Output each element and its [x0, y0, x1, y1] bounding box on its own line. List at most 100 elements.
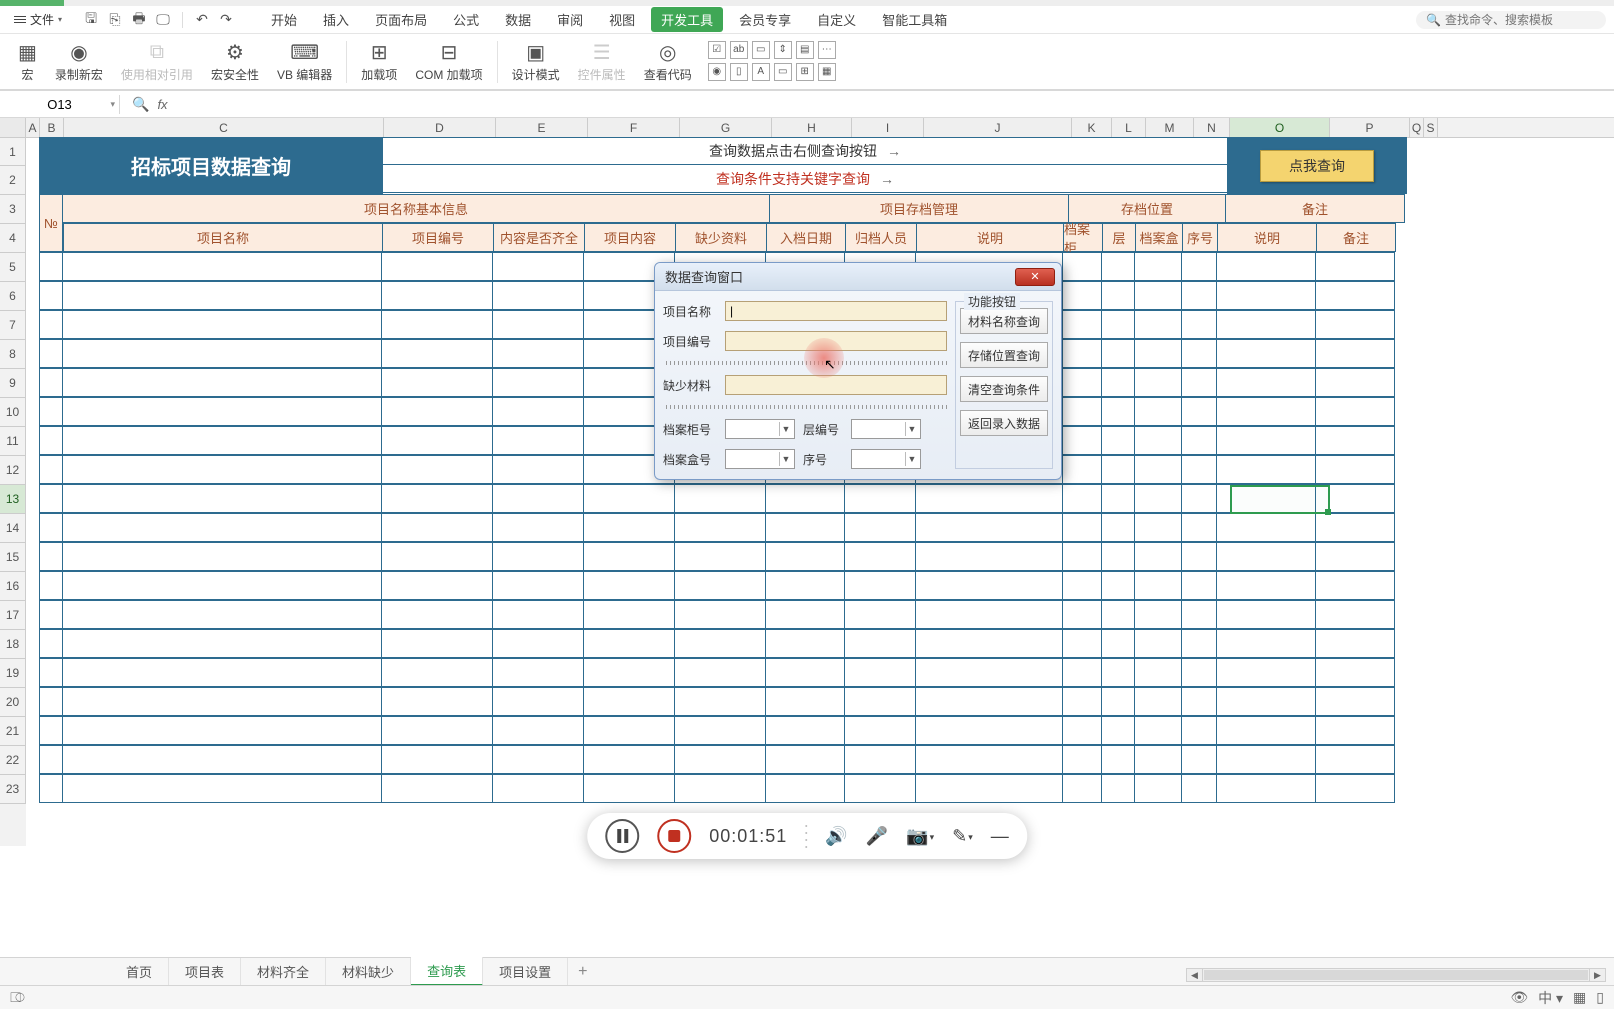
table-cell[interactable] — [1101, 455, 1135, 484]
col-header[interactable]: N — [1194, 118, 1230, 137]
col-header[interactable]: S — [1424, 118, 1438, 137]
row-header[interactable]: 10 — [0, 398, 26, 427]
table-cell[interactable] — [1181, 513, 1217, 542]
table-cell[interactable] — [765, 716, 845, 745]
table-cell[interactable] — [1062, 745, 1102, 774]
table-cell[interactable] — [583, 484, 675, 513]
table-cell[interactable] — [583, 513, 675, 542]
table-cell[interactable] — [381, 310, 493, 339]
btn-material-query[interactable]: 材料名称查询 — [960, 308, 1048, 334]
table-cell[interactable] — [1101, 629, 1135, 658]
btn-clear-query[interactable]: 清空查询条件 — [960, 376, 1048, 402]
row-header[interactable]: 3 — [0, 195, 26, 224]
table-cell[interactable] — [381, 426, 493, 455]
table-cell[interactable] — [1134, 310, 1182, 339]
fx-label[interactable]: fx — [157, 97, 167, 112]
table-cell[interactable] — [62, 687, 382, 716]
pen-icon[interactable]: ✎ — [952, 826, 973, 847]
table-cell[interactable] — [492, 339, 584, 368]
table-cell[interactable] — [583, 745, 675, 774]
table-cell[interactable] — [381, 252, 493, 281]
table-cell[interactable] — [39, 774, 63, 803]
col-header[interactable]: G — [680, 118, 772, 137]
table-cell[interactable] — [1062, 571, 1102, 600]
table-cell[interactable] — [381, 281, 493, 310]
table-cell[interactable] — [915, 513, 1063, 542]
ctrl-image-icon[interactable]: ▦ — [818, 63, 836, 81]
table-cell[interactable] — [915, 542, 1063, 571]
col-header[interactable]: A — [26, 118, 40, 137]
save-icon[interactable]: 🖫 — [82, 11, 100, 29]
table-cell[interactable] — [1216, 571, 1316, 600]
table-cell[interactable] — [1134, 687, 1182, 716]
row-header[interactable]: 6 — [0, 282, 26, 311]
grid-view-icon[interactable]: ▦ — [1573, 989, 1586, 1006]
ribbon-addin[interactable]: ⊞加载项 — [353, 36, 405, 88]
table-cell[interactable] — [381, 397, 493, 426]
table-cell[interactable] — [492, 252, 584, 281]
combo-seq[interactable] — [851, 449, 921, 469]
redo-icon[interactable]: ↷ — [217, 11, 235, 29]
table-cell[interactable] — [492, 281, 584, 310]
table-cell[interactable] — [583, 687, 675, 716]
scroll-right-icon[interactable]: ▶ — [1589, 969, 1605, 981]
table-cell[interactable] — [492, 310, 584, 339]
search-input[interactable] — [1445, 13, 1600, 27]
btn-back-input[interactable]: 返回录入数据 — [960, 410, 1048, 436]
horizontal-scrollbar[interactable]: ◀ ▶ — [1186, 968, 1606, 982]
table-cell[interactable] — [381, 513, 493, 542]
row-header[interactable]: 13 — [0, 485, 26, 514]
table-cell[interactable] — [765, 629, 845, 658]
table-cell[interactable] — [1315, 368, 1395, 397]
table-cell[interactable] — [1062, 600, 1102, 629]
table-cell[interactable] — [1216, 397, 1316, 426]
record-macro-status-icon[interactable]: ⎄ — [10, 989, 25, 1006]
table-cell[interactable] — [674, 687, 766, 716]
table-cell[interactable] — [39, 658, 63, 687]
ctrl-radio-icon[interactable]: ◉ — [708, 63, 726, 81]
col-header[interactable]: K — [1072, 118, 1112, 137]
table-cell[interactable] — [583, 658, 675, 687]
add-sheet-button[interactable]: + — [568, 959, 597, 985]
table-cell[interactable] — [62, 455, 382, 484]
table-cell[interactable] — [765, 542, 845, 571]
row-header[interactable]: 15 — [0, 543, 26, 572]
table-cell[interactable] — [1315, 745, 1395, 774]
ribbon-design-mode[interactable]: ▣设计模式 — [504, 36, 568, 88]
table-cell[interactable] — [62, 745, 382, 774]
table-cell[interactable] — [915, 774, 1063, 803]
table-cell[interactable] — [62, 339, 382, 368]
table-cell[interactable] — [1216, 484, 1316, 513]
table-cell[interactable] — [62, 426, 382, 455]
table-cell[interactable] — [62, 281, 382, 310]
table-cell[interactable] — [1315, 281, 1395, 310]
table-cell[interactable] — [1101, 310, 1135, 339]
table-cell[interactable] — [381, 600, 493, 629]
ribbon-macro-security[interactable]: ⚙宏安全性 — [203, 36, 267, 88]
table-cell[interactable] — [381, 774, 493, 803]
table-cell[interactable] — [1101, 426, 1135, 455]
table-cell[interactable] — [1315, 426, 1395, 455]
table-cell[interactable] — [1216, 745, 1316, 774]
ribbon-com-addin[interactable]: ⊟COM 加载项 — [407, 36, 490, 88]
row-header[interactable]: 11 — [0, 427, 26, 456]
tab-view[interactable]: 视图 — [599, 7, 645, 32]
table-cell[interactable] — [1062, 339, 1102, 368]
col-header[interactable]: B — [40, 118, 64, 137]
table-cell[interactable] — [62, 571, 382, 600]
scroll-left-icon[interactable]: ◀ — [1187, 969, 1203, 981]
table-cell[interactable] — [1134, 745, 1182, 774]
table-cell[interactable] — [1216, 252, 1316, 281]
table-cell[interactable] — [1134, 281, 1182, 310]
table-cell[interactable] — [674, 745, 766, 774]
tab-insert[interactable]: 插入 — [313, 7, 359, 32]
webcam-icon[interactable]: 📷 — [906, 826, 934, 847]
table-cell[interactable] — [62, 600, 382, 629]
table-cell[interactable] — [1134, 368, 1182, 397]
table-cell[interactable] — [1134, 600, 1182, 629]
tab-custom[interactable]: 自定义 — [807, 7, 866, 32]
table-cell[interactable] — [844, 774, 916, 803]
table-cell[interactable] — [39, 716, 63, 745]
ctrl-group-icon[interactable]: ▯ — [730, 63, 748, 81]
table-cell[interactable] — [381, 658, 493, 687]
